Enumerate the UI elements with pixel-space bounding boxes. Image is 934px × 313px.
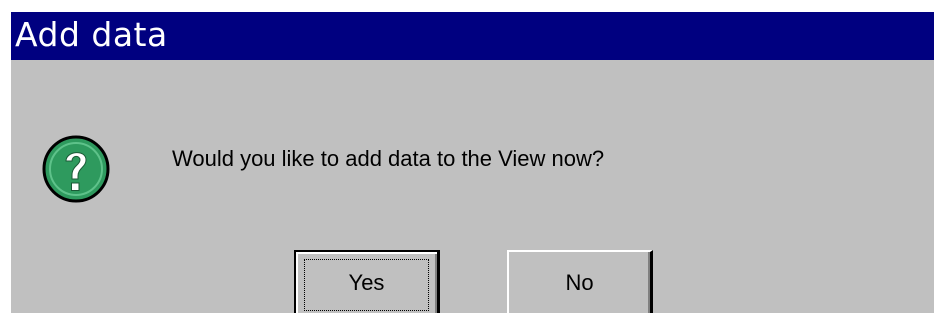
question-icon: [41, 134, 111, 204]
dialog-message: Would you like to add data to the View n…: [172, 146, 605, 171]
yes-button[interactable]: Yes: [294, 250, 440, 313]
title-bar[interactable]: Add data: [11, 12, 934, 60]
window-title: Add data: [15, 15, 168, 54]
no-button-label: No: [565, 270, 594, 295]
yes-button-label: Yes: [348, 270, 385, 295]
no-button[interactable]: No: [507, 250, 653, 313]
add-data-dialog: Add data Would you like to add data to t…: [11, 12, 934, 313]
